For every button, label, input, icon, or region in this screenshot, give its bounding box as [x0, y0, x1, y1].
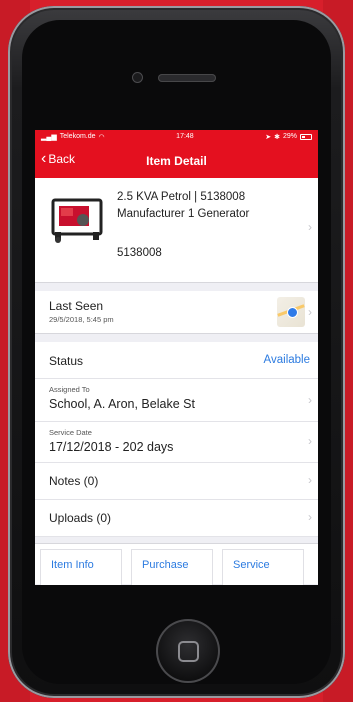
tab-purchase[interactable]: Purchase	[132, 550, 212, 585]
front-camera	[132, 72, 143, 83]
back-button[interactable]: ‹ Back	[41, 150, 76, 167]
wifi-icon: ◠	[98, 133, 105, 141]
service-date-row[interactable]: Service Date 17/12/2018 - 202 days ›	[35, 422, 318, 463]
last-seen-date: 29/5/2018, 5:45 pm	[49, 315, 114, 324]
tab-item-info[interactable]: Item Info	[41, 550, 121, 585]
status-row: Status Available	[35, 342, 318, 379]
section-gap	[35, 283, 318, 291]
status-bar-right: ➤ ✱ 29%	[265, 133, 312, 141]
chevron-right-icon: ›	[308, 220, 312, 234]
service-date-label: Service Date	[49, 428, 92, 437]
notes-label: Notes (0)	[49, 474, 99, 488]
item-title: 2.5 KVA Petrol | 5138008 Manufacturer 1 …	[117, 191, 250, 220]
status-time: 17:48	[176, 133, 194, 140]
map-pin-icon	[287, 307, 298, 318]
earpiece-speaker	[158, 74, 216, 82]
uploads-label: Uploads (0)	[49, 511, 112, 525]
status-bar: ▂▄▆ Telekom.de ◠ 17:48 ➤ ✱ 29%	[35, 130, 318, 143]
battery-percent: 29%	[282, 133, 297, 140]
back-button-label: Back	[48, 152, 76, 166]
assigned-to-value: School, A. Aron, Belake St	[49, 397, 195, 411]
item-summary-row[interactable]: 2.5 KVA Petrol | 5138008 Manufacturer 1 …	[35, 178, 318, 283]
signal-icon: ▂▄▆	[41, 133, 57, 141]
chevron-right-icon: ›	[308, 434, 312, 448]
chevron-left-icon: ‹	[41, 150, 47, 167]
last-seen-label: Last Seen	[49, 299, 104, 313]
chevron-right-icon: ›	[308, 393, 312, 407]
chevron-right-icon: ›	[308, 510, 312, 524]
assigned-to-row[interactable]: Assigned To School, A. Aron, Belake St ›	[35, 379, 318, 422]
bluetooth-icon: ✱	[274, 133, 280, 141]
last-seen-row[interactable]: Last Seen 29/5/2018, 5:45 pm ›	[35, 291, 318, 334]
status-badge: Available	[263, 354, 310, 366]
notes-row[interactable]: Notes (0) ›	[35, 463, 318, 500]
home-button-icon	[177, 640, 199, 662]
home-button[interactable]	[156, 619, 220, 683]
status-label: Status	[49, 354, 84, 368]
tab-service[interactable]: Service	[223, 550, 303, 585]
app-screen: ▂▄▆ Telekom.de ◠ 17:48 ➤ ✱ 29% ‹ Back It…	[35, 130, 318, 585]
carrier-name: Telekom.de	[59, 133, 96, 140]
page-title: Item Detail	[146, 153, 207, 168]
tab-purchase-label: Purchase	[142, 559, 189, 571]
status-bar-left: ▂▄▆ Telekom.de ◠	[41, 133, 105, 141]
location-icon: ➤	[265, 133, 272, 141]
navigation-bar: ‹ Back Item Detail	[35, 143, 318, 178]
generator-thumbnail	[51, 198, 103, 243]
tab-item-info-label: Item Info	[51, 559, 94, 571]
detail-tabs: Item Info Purchase Service	[35, 543, 318, 585]
battery-icon	[300, 133, 312, 140]
uploads-row[interactable]: Uploads (0) ›	[35, 500, 318, 537]
item-sku: 5138008	[117, 247, 162, 259]
chevron-right-icon: ›	[308, 473, 312, 487]
assigned-to-label: Assigned To	[49, 385, 90, 394]
tab-service-label: Service	[233, 559, 270, 571]
map-thumbnail	[277, 297, 305, 327]
service-date-value: 17/12/2018 - 202 days	[49, 440, 174, 454]
chevron-right-icon: ›	[308, 305, 312, 319]
section-gap	[35, 334, 318, 342]
